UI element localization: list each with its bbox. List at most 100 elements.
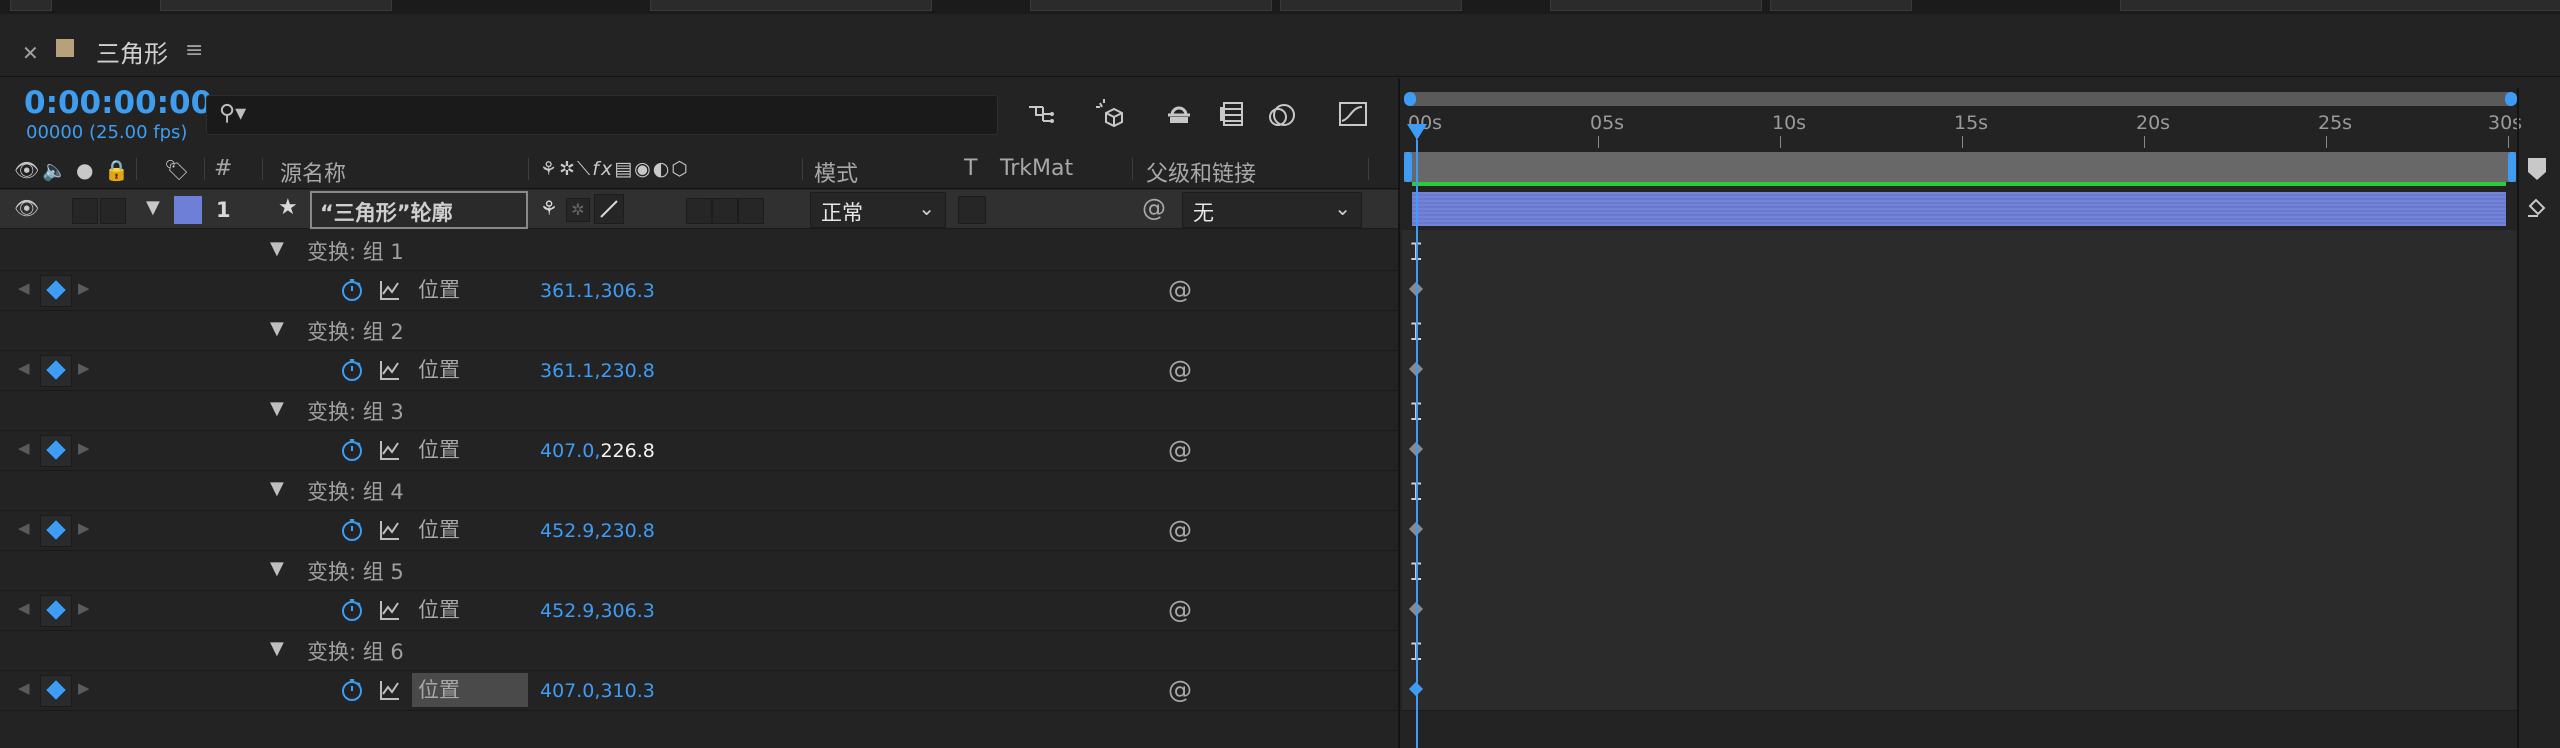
toolbar-control[interactable]: [160, 0, 392, 11]
solo-icon[interactable]: ●: [76, 158, 93, 182]
expression-pickwhip-icon[interactable]: @: [1168, 676, 1192, 704]
layer-search-input[interactable]: ⚲▾: [206, 95, 998, 135]
expand-triangle-icon[interactable]: ▼: [270, 238, 284, 259]
graph-editor-icon[interactable]: [1334, 95, 1372, 133]
position-x[interactable]: 452.9: [540, 600, 594, 622]
property-name[interactable]: 位置: [412, 433, 528, 467]
trkmat-toggle[interactable]: [958, 196, 986, 224]
frame-blending-icon[interactable]: [1214, 95, 1252, 133]
toolbar-control[interactable]: [1030, 0, 1272, 11]
graph-icon[interactable]: [378, 598, 402, 622]
close-icon[interactable]: ✕: [22, 41, 39, 65]
expand-triangle-icon[interactable]: ▼: [270, 398, 284, 419]
column-source-name[interactable]: 源名称: [280, 156, 346, 188]
stopwatch-icon[interactable]: [340, 438, 364, 462]
position-x[interactable]: 407.0: [540, 440, 594, 462]
prev-keyframe-icon[interactable]: ◀: [18, 519, 30, 537]
expression-pickwhip-icon[interactable]: @: [1168, 276, 1192, 304]
layer-label-color[interactable]: [174, 196, 202, 224]
transform-group-row[interactable]: ▼ 变换: 组 6: [0, 630, 1398, 671]
graph-icon[interactable]: [378, 438, 402, 462]
switch-box[interactable]: [738, 198, 764, 224]
work-area-end-handle[interactable]: [2508, 152, 2516, 182]
property-name[interactable]: 位置: [412, 593, 528, 627]
position-value[interactable]: 407.0,310.3: [540, 680, 655, 702]
timeline-property-row[interactable]: [1402, 670, 2517, 711]
position-property-row[interactable]: ◀ ▶ 位置 452.9,306.3 @: [0, 590, 1398, 631]
graph-icon[interactable]: [378, 678, 402, 702]
prev-keyframe-icon[interactable]: ◀: [18, 439, 30, 457]
position-x[interactable]: 361.1: [540, 360, 594, 382]
timeline-group-row[interactable]: I: [1402, 230, 2517, 271]
prev-keyframe-icon[interactable]: ◀: [18, 279, 30, 297]
pickwhip-icon[interactable]: @: [1142, 194, 1166, 222]
transform-group-row[interactable]: ▼ 变换: 组 2: [0, 310, 1398, 351]
next-keyframe-icon[interactable]: ▶: [78, 439, 90, 457]
next-keyframe-icon[interactable]: ▶: [78, 359, 90, 377]
expand-triangle-icon[interactable]: ▼: [270, 478, 284, 499]
audio-icon[interactable]: 🔈: [42, 158, 67, 182]
work-area-start-handle[interactable]: [1404, 152, 1412, 182]
position-y[interactable]: 306.3: [600, 280, 654, 302]
composition-flowchart-icon[interactable]: [1024, 95, 1062, 133]
timeline-group-row[interactable]: I: [1402, 630, 2517, 671]
collapse-switch-icon[interactable]: ✲: [566, 198, 590, 222]
timeline-group-row[interactable]: I: [1402, 470, 2517, 511]
toolbar-control[interactable]: [2120, 0, 2560, 11]
position-y[interactable]: 230.8: [600, 520, 654, 542]
position-y[interactable]: 226.8: [600, 440, 654, 462]
prev-keyframe-icon[interactable]: ◀: [18, 679, 30, 697]
position-value[interactable]: 452.9,230.8: [540, 520, 655, 542]
prev-keyframe-icon[interactable]: ◀: [18, 599, 30, 617]
timeline-property-row[interactable]: [1402, 430, 2517, 471]
timeline-property-row[interactable]: [1402, 510, 2517, 551]
position-x[interactable]: 361.1: [540, 280, 594, 302]
position-x[interactable]: 452.9: [540, 520, 594, 542]
toolbar-control[interactable]: [1770, 0, 1912, 11]
expression-pickwhip-icon[interactable]: @: [1168, 516, 1192, 544]
stopwatch-icon[interactable]: [340, 518, 364, 542]
stopwatch-icon[interactable]: [340, 678, 364, 702]
expression-pickwhip-icon[interactable]: @: [1168, 596, 1192, 624]
stopwatch-icon[interactable]: [340, 358, 364, 382]
label-icon[interactable]: 🏷: [164, 158, 189, 182]
draft-3d-icon[interactable]: [1092, 95, 1130, 133]
column-t[interactable]: T: [964, 156, 977, 181]
solo-toggle[interactable]: [72, 198, 98, 224]
current-time-indicator-head[interactable]: [1407, 124, 1427, 140]
prev-keyframe-icon[interactable]: ◀: [18, 359, 30, 377]
timeline-group-row[interactable]: I: [1402, 550, 2517, 591]
timeline-group-row[interactable]: I: [1402, 310, 2517, 351]
expand-triangle-icon[interactable]: ▼: [270, 318, 284, 339]
expression-pickwhip-icon[interactable]: @: [1168, 436, 1192, 464]
column-trkmat[interactable]: TrkMat: [1000, 156, 1073, 181]
position-property-row[interactable]: ◀ ▶ 位置 452.9,230.8 @: [0, 510, 1398, 551]
timeline-property-row[interactable]: [1402, 590, 2517, 631]
layer-duration-bar[interactable]: [1412, 192, 2506, 226]
next-keyframe-icon[interactable]: ▶: [78, 599, 90, 617]
expand-triangle-icon[interactable]: ▼: [270, 558, 284, 579]
position-value[interactable]: 361.1,306.3: [540, 280, 655, 302]
switch-box[interactable]: [712, 198, 738, 224]
toolbar-control[interactable]: [650, 0, 932, 11]
column-mode[interactable]: 模式: [814, 156, 858, 188]
position-value[interactable]: 407.0,226.8: [540, 440, 655, 462]
work-area-bar[interactable]: [1404, 152, 2516, 182]
property-name[interactable]: 位置: [412, 673, 528, 707]
panel-menu-icon[interactable]: ≡: [185, 38, 203, 63]
expression-pickwhip-icon[interactable]: @: [1168, 356, 1192, 384]
quality-switch[interactable]: [594, 194, 624, 224]
shy-layers-icon[interactable]: [1160, 95, 1198, 133]
transform-group-row[interactable]: ▼ 变换: 组 1: [0, 230, 1398, 271]
position-property-row[interactable]: ◀ ▶ 位置 407.0,226.8 @: [0, 430, 1398, 471]
pane-divider[interactable]: [1398, 78, 1400, 748]
lock-toggle[interactable]: [100, 198, 126, 224]
next-keyframe-icon[interactable]: ▶: [78, 519, 90, 537]
comp-button-icon[interactable]: [2526, 196, 2548, 222]
timeline-group-row[interactable]: I: [1402, 390, 2517, 431]
navigator-start-handle[interactable]: [1404, 92, 1416, 106]
shy-switch-icon[interactable]: ⚘: [540, 196, 558, 220]
position-y[interactable]: 230.8: [600, 360, 654, 382]
eye-icon[interactable]: 👁: [14, 196, 39, 220]
blend-mode-select[interactable]: 正常 ⌄: [810, 192, 946, 228]
